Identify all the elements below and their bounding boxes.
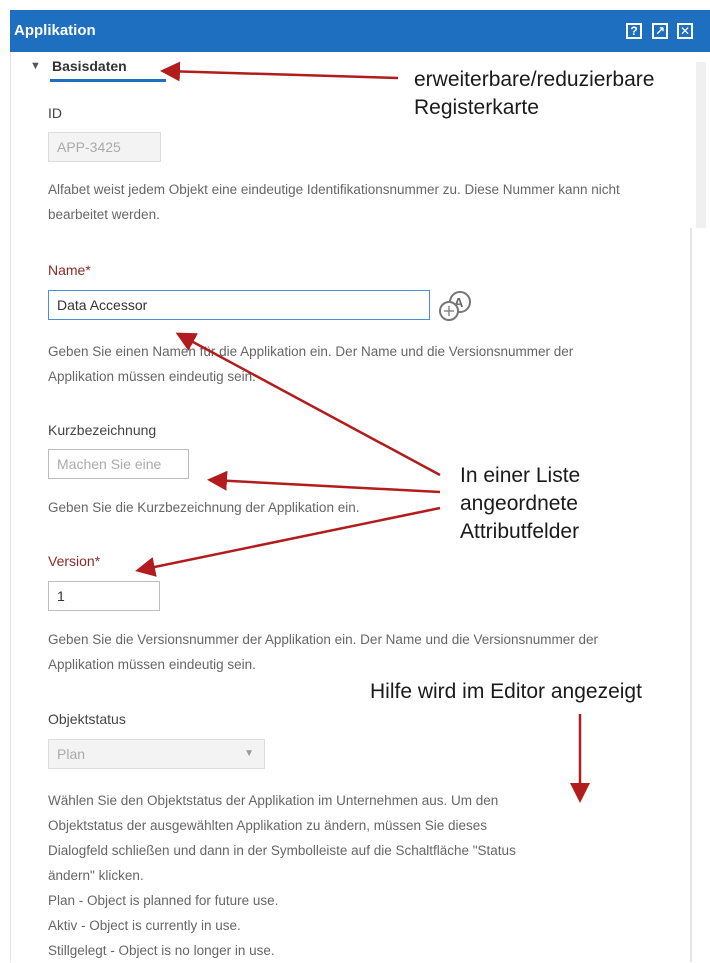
tab-annotation-line: erweiterbare/reduzierbare [414,68,655,91]
arrow-to-section-tab [160,61,399,82]
list-annotation-line: Attributfelder [460,520,580,543]
tab-annotation-line: Registerkarte [414,96,539,119]
list-annotation-line: angeordnete [460,492,578,515]
annotation-arrows [135,61,590,803]
arrow-to-short-name-field [207,470,441,494]
list-annotation-line: In einer Liste [460,464,581,487]
list-annotation-note: In einer Liste angeordnete Attributfelde… [460,462,580,546]
tab-annotation-note: erweiterbare/reduzierbare Registerkarte [414,66,654,122]
arrow-to-name-field [175,332,441,477]
help-annotation-note: Hilfe wird im Editor angezeigt [370,680,642,703]
arrow-to-version-label [135,506,441,577]
